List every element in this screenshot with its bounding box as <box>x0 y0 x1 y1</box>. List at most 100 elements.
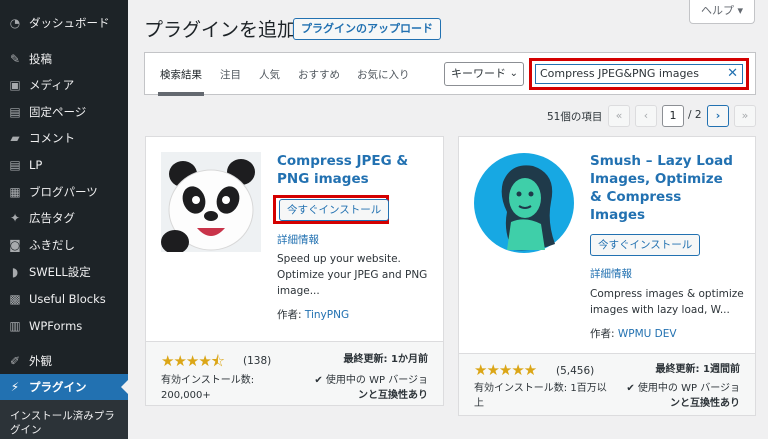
more-details-link[interactable]: 詳細情報 <box>277 232 319 247</box>
admin-sidebar: ◔ ダッシュボード ✎ 投稿 ▣ メディア ▤ 固定ページ ▰ コメント ▤ LP ▦ ブログ… <box>0 0 128 439</box>
sidebar-item-label: 固定ページ <box>29 105 87 119</box>
sidebar-item-label: ブログパーツ <box>29 185 98 199</box>
search-input[interactable]: Compress JPEG&PNG images ✕ <box>535 64 743 84</box>
first-page-button[interactable]: « <box>608 105 630 127</box>
compatibility: ✔ 使用中の WP バージョンと互換性あり <box>626 381 740 411</box>
pin-icon: ✎ <box>9 52 21 66</box>
speech-bubble-icon: ◙ <box>9 238 21 252</box>
plugin-name-line: & Compress <box>590 189 682 205</box>
clear-search-icon[interactable]: ✕ <box>727 65 738 83</box>
submenu-installed-plugins[interactable]: インストール済みプラグイン <box>10 409 122 437</box>
sidebar-item-label: メディア <box>29 78 75 92</box>
sidebar-item-blog-parts[interactable]: ▦ ブログパーツ <box>0 179 128 205</box>
author-prefix: 作者: <box>590 328 618 340</box>
more-details-link[interactable]: 詳細情報 <box>590 266 632 281</box>
current-page-input[interactable]: 1 <box>662 105 684 127</box>
compat-text: ✔ 使用中の WP バージョ <box>314 375 428 386</box>
sidebar-item-swell[interactable]: ◗ SWELL設定 <box>0 259 128 285</box>
card-footer: ★★★★⯪ (138) 最終更新: 1か月前 有効インストール数: 200,000… <box>146 341 443 405</box>
comment-icon: ▰ <box>10 131 20 145</box>
plugin-name-line: PNG images <box>277 171 369 187</box>
rating-count[interactable]: (138) <box>243 355 271 367</box>
last-updated: 最終更新: 1週間前 <box>655 364 740 375</box>
chevron-down-icon: ⌄ <box>509 68 518 79</box>
swell-icon: ◗ <box>11 265 19 279</box>
plugin-name-line: Images, Optimize <box>590 171 723 187</box>
author-link[interactable]: WPMU DEV <box>618 328 677 340</box>
sidebar-item-useful-blocks[interactable]: ▩ Useful Blocks <box>0 286 128 312</box>
appearance-icon: ✐ <box>9 354 21 368</box>
installs-line: 有効インストール数: 1百万以 <box>474 383 607 394</box>
sidebar-item-label: コメント <box>29 131 75 145</box>
plugin-name-link[interactable]: Compress JPEG & PNG images <box>277 152 408 188</box>
plugin-description: Speed up your website. Optimize your JPE… <box>277 251 427 299</box>
active-installs: 有効インストール数: 1百万以上 <box>474 381 607 411</box>
sidebar-item-label: 投稿 <box>29 52 52 66</box>
tab-popular[interactable]: 人気 <box>259 67 280 82</box>
plugin-author: 作者: TinyPNG <box>277 307 349 322</box>
forms-icon: ▥ <box>9 319 21 333</box>
compat-line: ✔ 使用中の WP バージョ <box>626 383 740 394</box>
compatibility: ✔ 使用中の WP バージョンと互換性あり <box>314 373 428 403</box>
sidebar-item-media[interactable]: ▣ メディア <box>0 72 128 98</box>
last-updated: 最終更新: 1か月前 <box>343 354 428 365</box>
smush-logo <box>473 152 575 254</box>
plugin-name-line: Images <box>590 207 646 223</box>
sidebar-item-label: ふきだし <box>29 238 75 252</box>
compat-line: ンと互換性あり <box>358 390 428 401</box>
sidebar-item-comments[interactable]: ▰ コメント <box>0 125 128 151</box>
sidebar-item-fukidashi[interactable]: ◙ ふきだし <box>0 232 128 258</box>
sidebar-item-label: SWELL設定 <box>29 265 91 279</box>
dashboard-icon: ◔ <box>9 16 21 30</box>
sidebar-item-label: 広告タグ <box>29 211 75 225</box>
sidebar-item-wpforms[interactable]: ▥ WPForms <box>0 313 128 339</box>
sidebar-item-ad-tags[interactable]: ✦ 広告タグ <box>0 205 128 231</box>
sidebar-item-pages[interactable]: ▤ 固定ページ <box>0 99 128 125</box>
media-icon: ▣ <box>9 78 21 92</box>
sidebar-item-lp[interactable]: ▤ LP <box>0 152 128 178</box>
install-now-button[interactable]: 今すぐインストール <box>590 234 701 256</box>
plugin-name-line: Compress JPEG & <box>277 153 409 169</box>
desc-line: images with lazy load, W... <box>590 304 730 316</box>
compat-line: ✔ 使用中の WP バージョ <box>314 373 428 388</box>
tab-featured[interactable]: 注目 <box>220 67 241 82</box>
installs-line: 200,000+ <box>161 390 211 401</box>
next-page-button[interactable]: › <box>707 105 729 127</box>
page-title: プラグインを追加 <box>144 19 297 41</box>
plugin-icon: ⚡ <box>10 380 20 394</box>
prev-page-button[interactable]: ‹ <box>635 105 657 127</box>
page-icon: ▤ <box>9 158 21 172</box>
rating-count[interactable]: (5,456) <box>556 365 594 377</box>
compat-line: ンと互換性あり <box>670 398 740 409</box>
plugin-filter-bar: 検索結果 注目 人気 おすすめ お気に入り キーワード ⌄ Compress JP… <box>144 52 756 96</box>
item-count: 51個の項目 <box>547 111 603 123</box>
search-input-value: Compress JPEG&PNG images <box>540 67 699 80</box>
search-type-value: キーワード <box>451 67 506 80</box>
blocks-icon: ▩ <box>9 292 21 306</box>
tab-recommended[interactable]: おすすめ <box>298 67 340 82</box>
plugin-author: 作者: WPMU DEV <box>590 326 677 341</box>
plugin-card: Compress JPEG & PNG images 今すぐインストール 詳細情報… <box>145 136 444 406</box>
installs-line: 有効インストール数: <box>161 375 255 386</box>
last-page-button[interactable]: » <box>734 105 756 127</box>
rating-stars: ★★★★★ <box>474 361 537 379</box>
tab-search-results[interactable]: 検索結果 <box>158 67 204 96</box>
author-prefix: 作者: <box>277 309 305 321</box>
tab-favorites[interactable]: お気に入り <box>357 67 410 82</box>
plugin-name-line: Smush – Lazy Load <box>590 153 733 169</box>
plugin-name-link[interactable]: Smush – Lazy Load Images, Optimize & Com… <box>590 152 733 224</box>
sidebar-item-posts[interactable]: ✎ 投稿 <box>0 46 128 72</box>
search-type-select[interactable]: キーワード ⌄ <box>444 62 524 86</box>
desc-line: image... <box>277 285 320 297</box>
author-link[interactable]: TinyPNG <box>305 309 349 321</box>
plugin-card: Smush – Lazy Load Images, Optimize & Com… <box>458 136 756 416</box>
upload-plugin-button[interactable]: プラグインのアップロード <box>293 18 441 40</box>
sidebar-item-plugins[interactable]: ⚡ プラグイン <box>0 374 128 400</box>
install-now-button[interactable]: 今すぐインストール <box>279 199 390 221</box>
sidebar-item-dashboard[interactable]: ◔ ダッシュボード <box>0 10 128 36</box>
desc-line: Speed up your website. <box>277 253 401 265</box>
card-footer: ★★★★★ (5,456) 最終更新: 1週間前 有効インストール数: 1百万以… <box>459 353 755 415</box>
sidebar-item-appearance[interactable]: ✐ 外観 <box>0 348 128 374</box>
help-button[interactable]: ヘルプ ▾ <box>689 0 755 24</box>
panda-logo <box>161 152 261 254</box>
